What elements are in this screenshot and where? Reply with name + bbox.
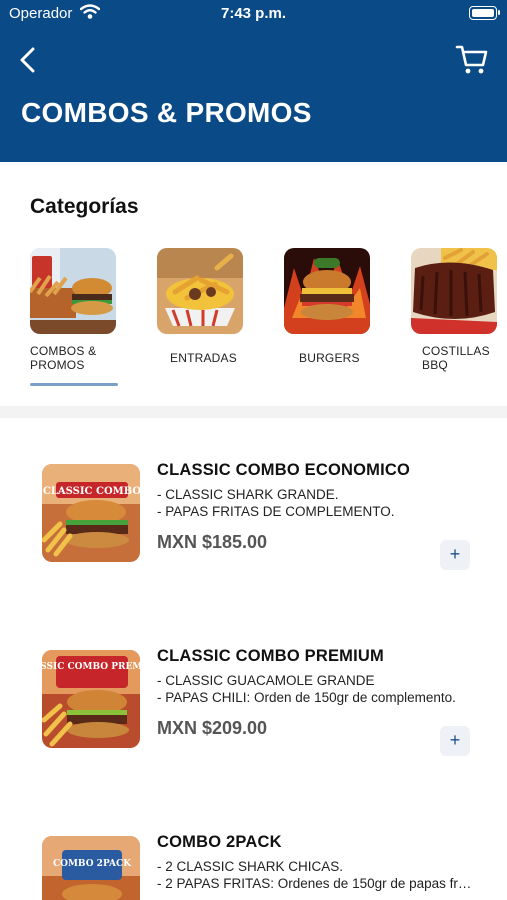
plus-icon: + (449, 730, 461, 750)
category-image-entradas (157, 248, 243, 334)
clock: 7:43 p.m. (220, 5, 287, 22)
section-divider (0, 406, 507, 418)
chevron-left-icon (20, 47, 35, 73)
product-badge-text: CLASSIC COMBO PREMIUM (42, 662, 140, 672)
product-card[interactable]: COMBO 2PACK COMBO 2PACK - 2 CLASSIC SHAR… (0, 812, 507, 900)
category-burgers[interactable]: BURGERS (284, 248, 384, 365)
back-button[interactable] (14, 44, 44, 76)
product-image: CLASSIC COMBO (42, 464, 140, 562)
add-to-cart-button[interactable]: + (440, 540, 470, 570)
cart-button[interactable] (455, 42, 489, 76)
product-image: CLASSIC COMBO PREMIUM (42, 650, 140, 748)
category-combos-promos[interactable]: COMBOS & PROMOS (30, 248, 130, 372)
battery-icon (469, 6, 500, 20)
category-label: COSTILLAS BBQ (422, 344, 490, 372)
product-image: COMBO 2PACK (42, 836, 140, 900)
product-description: - CLASSIC SHARK GRANDE. - PAPAS FRITAS D… (157, 487, 395, 519)
page-title: COMBOS & PROMOS (21, 97, 312, 128)
category-image-combos (30, 248, 116, 334)
category-label: ENTRADAS (170, 351, 237, 365)
category-costillas-bbq[interactable]: COSTILLAS BBQ (411, 248, 507, 372)
status-bar: Operador 7:43 p.m. (0, 0, 507, 28)
product-price: MXN $209.00 (157, 718, 268, 738)
categories-heading: Categorías (30, 195, 139, 218)
selected-category-indicator (30, 383, 118, 386)
category-image-costillas (411, 248, 497, 334)
product-name: CLASSIC COMBO ECONOMICO (157, 461, 411, 479)
product-card[interactable]: CLASSIC COMBO CLASSIC COMBO ECONOMICO - … (0, 440, 507, 600)
product-badge-text: CLASSIC COMBO (43, 486, 140, 497)
category-image-burgers (284, 248, 370, 334)
product-description: - CLASSIC GUACAMOLE GRANDE - PAPAS CHILI… (157, 673, 456, 705)
cart-icon (455, 45, 488, 74)
add-to-cart-button[interactable]: + (440, 726, 470, 756)
product-price: MXN $185.00 (157, 532, 268, 552)
product-card[interactable]: CLASSIC COMBO PREMIUM CLASSIC COMBO PREM… (0, 626, 507, 786)
app-header: Operador 7:43 p.m. COMBOS & PROMOS (0, 0, 507, 162)
product-name: CLASSIC COMBO PREMIUM (157, 647, 384, 665)
category-entradas[interactable]: ENTRADAS (157, 248, 257, 365)
category-label: BURGERS (299, 351, 360, 365)
category-label: COMBOS & PROMOS (30, 344, 97, 372)
plus-icon: + (449, 544, 461, 564)
product-name: COMBO 2PACK (157, 833, 282, 851)
category-carousel[interactable]: COMBOS & PROMOS ENTRADAS BURGERS COSTILL… (0, 248, 507, 388)
product-badge-text: COMBO 2PACK (53, 859, 132, 869)
product-description: - 2 CLASSIC SHARK CHICAS. - 2 PAPAS FRIT… (157, 859, 472, 891)
